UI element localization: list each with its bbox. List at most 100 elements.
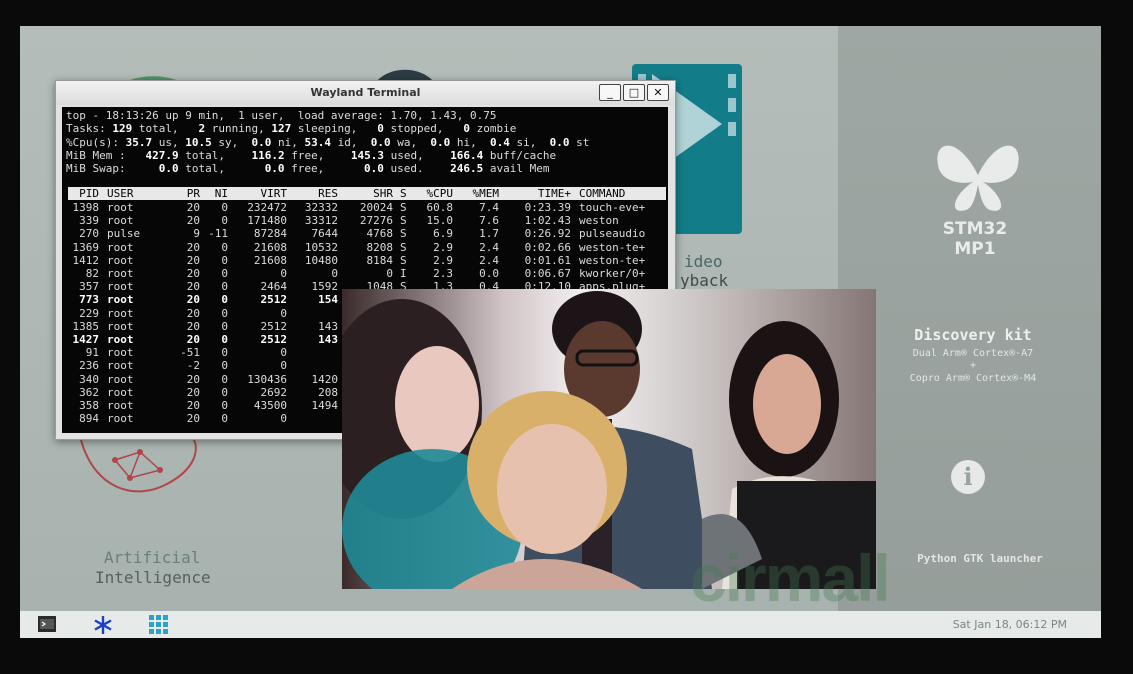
close-button[interactable]: ✕ <box>647 84 669 101</box>
cell-pr: 20 <box>186 293 200 307</box>
column-header: COMMAND <box>579 187 626 200</box>
cell-pid: 773 <box>79 293 99 307</box>
cell-res: 10480 <box>304 253 338 267</box>
column-header: NI <box>214 187 228 200</box>
watermark-logo: cirmall <box>690 541 891 615</box>
cell-s: I <box>400 267 407 280</box>
column-header: %CPU <box>426 187 454 200</box>
taskbar: Sat Jan 18, 06:12 PM <box>20 611 1101 638</box>
cell-pr: 20 <box>186 240 200 254</box>
cell-user: root <box>107 346 134 360</box>
top-summary-line: MiB Mem : 427.9 total, 116.2 free, 145.3… <box>66 148 557 162</box>
cell-res: 33312 <box>304 214 338 228</box>
cell-ni: 0 <box>221 214 228 228</box>
cell-virt: 171480 <box>247 214 287 228</box>
cell-pid: 229 <box>79 306 99 320</box>
cell-res: 0 <box>331 267 338 280</box>
cell-cmd: pulseaudio <box>579 227 646 241</box>
cell-pr: 20 <box>186 253 200 267</box>
cell-res: 143 <box>318 319 338 333</box>
cell-pid: 270 <box>79 227 99 241</box>
cell-ni: 0 <box>221 240 228 254</box>
cell-ni: 0 <box>221 333 228 346</box>
cell-virt: 232472 <box>247 201 287 214</box>
terminal-titlebar[interactable]: Wayland Terminal _ □ ✕ <box>56 81 675 105</box>
cell-ni: 0 <box>221 372 228 386</box>
terminal-title: Wayland Terminal <box>310 86 421 99</box>
process-row: 1398 root 20 0 232472 32332 20024 S 60.8 7.4 0:23.… <box>62 201 668 214</box>
cell-pr: -51 <box>180 346 200 360</box>
cell-user: root <box>107 412 134 426</box>
cell-pid: 358 <box>79 399 99 412</box>
butterfly-logo-icon <box>937 145 1019 211</box>
cell-cpu: 2.9 <box>433 253 453 267</box>
cell-cpu: 60.8 <box>426 201 454 214</box>
cell-pr: 20 <box>186 267 200 280</box>
stm32-logo-text: STM32 MP1 <box>942 219 1008 259</box>
cell-pr: 20 <box>186 214 200 228</box>
cell-user: root <box>107 399 134 412</box>
cell-user: root <box>107 240 134 254</box>
column-header: S <box>400 187 407 200</box>
cell-ni: 0 <box>221 293 228 307</box>
cell-cpu: 2.9 <box>433 240 453 254</box>
video-app-label-line2: yback <box>680 271 729 290</box>
app-grid-icon[interactable] <box>149 615 169 635</box>
cell-res: 1494 <box>311 399 339 412</box>
cell-cpu: 15.0 <box>426 214 454 228</box>
process-row: 82 root 20 0 0 0 0 I 2.3 0.0 0:06.67 kworker/0+ <box>62 267 668 280</box>
cell-virt: 2512 <box>260 319 288 333</box>
cell-ni: 0 <box>221 346 228 360</box>
terminal-icon[interactable] <box>38 616 56 632</box>
cell-pr: 20 <box>186 385 200 399</box>
cell-res: 143 <box>318 333 338 346</box>
cell-pr: 20 <box>186 319 200 333</box>
launcher-label: Python GTK launcher <box>917 552 1043 565</box>
cell-pid: 1398 <box>72 201 100 214</box>
cell-res: 32332 <box>304 201 338 214</box>
clock[interactable]: Sat Jan 18, 06:12 PM <box>953 618 1067 631</box>
process-row: 270 pulse 9 -11 87284 7644 4768 S 6.9 1.7 0:26.92 p… <box>62 227 668 240</box>
top-summary-line: MiB Swap: 0.0 total, 0.0 free, 0.0 used.… <box>66 162 550 176</box>
column-header: VIRT <box>260 187 288 200</box>
process-row: 1369 root 20 0 21608 10532 8208 S 2.9 2.4 0:02.66 w… <box>62 241 668 254</box>
column-header: RES <box>318 187 338 200</box>
top-summary-line: %Cpu(s): 35.7 us, 10.5 sy, 0.0 ni, 53.4 … <box>66 135 590 149</box>
cell-pid: 1385 <box>72 319 100 333</box>
kit-core-m4: Copro Arm® Cortex®-M4 <box>909 373 1037 384</box>
cell-shr: 4768 <box>366 227 394 241</box>
cell-res: 10532 <box>304 240 338 254</box>
cell-pr: 20 <box>186 372 200 386</box>
cell-virt: 0 <box>280 359 287 373</box>
cell-cmd: touch-eve+ <box>579 201 646 214</box>
cell-ni: 0 <box>221 399 228 412</box>
cell-user: root <box>107 201 134 214</box>
cell-virt: 0 <box>280 412 287 426</box>
cell-virt: 2692 <box>260 385 288 399</box>
maximize-button[interactable]: □ <box>623 84 645 101</box>
cell-shr: 20024 <box>359 201 393 214</box>
cell-user: root <box>107 385 134 399</box>
cell-pid: 1427 <box>72 333 100 346</box>
cell-ni: 0 <box>221 306 228 320</box>
cell-pid: 82 <box>85 267 99 280</box>
cell-virt: 87284 <box>253 227 287 241</box>
column-header: SHR <box>373 187 393 200</box>
cell-pr: 20 <box>186 280 200 294</box>
cell-time: 1:02.43 <box>524 214 571 228</box>
cell-s: S <box>400 201 407 214</box>
process-row: 1412 root 20 0 21608 10480 8184 S 2.9 2.4 0:01.61 w… <box>62 254 668 267</box>
info-icon[interactable]: i <box>951 460 985 494</box>
minimize-button[interactable]: _ <box>599 84 621 101</box>
cell-cmd: weston-te+ <box>579 240 646 254</box>
cell-s: S <box>400 214 407 228</box>
cell-ni: 0 <box>221 359 228 373</box>
asterisk-icon[interactable] <box>93 615 113 635</box>
kit-plus: + <box>969 360 977 371</box>
cell-user: root <box>107 293 134 307</box>
process-table-header: PID USER PR NI VIRT RES SHR S %CPU %MEM TIME+ COMMA… <box>68 187 666 200</box>
cell-ni: 0 <box>221 267 228 280</box>
column-header: TIME+ <box>537 187 571 200</box>
cell-cmd: kworker/0+ <box>579 267 646 280</box>
cell-mem: 7.4 <box>479 201 499 214</box>
